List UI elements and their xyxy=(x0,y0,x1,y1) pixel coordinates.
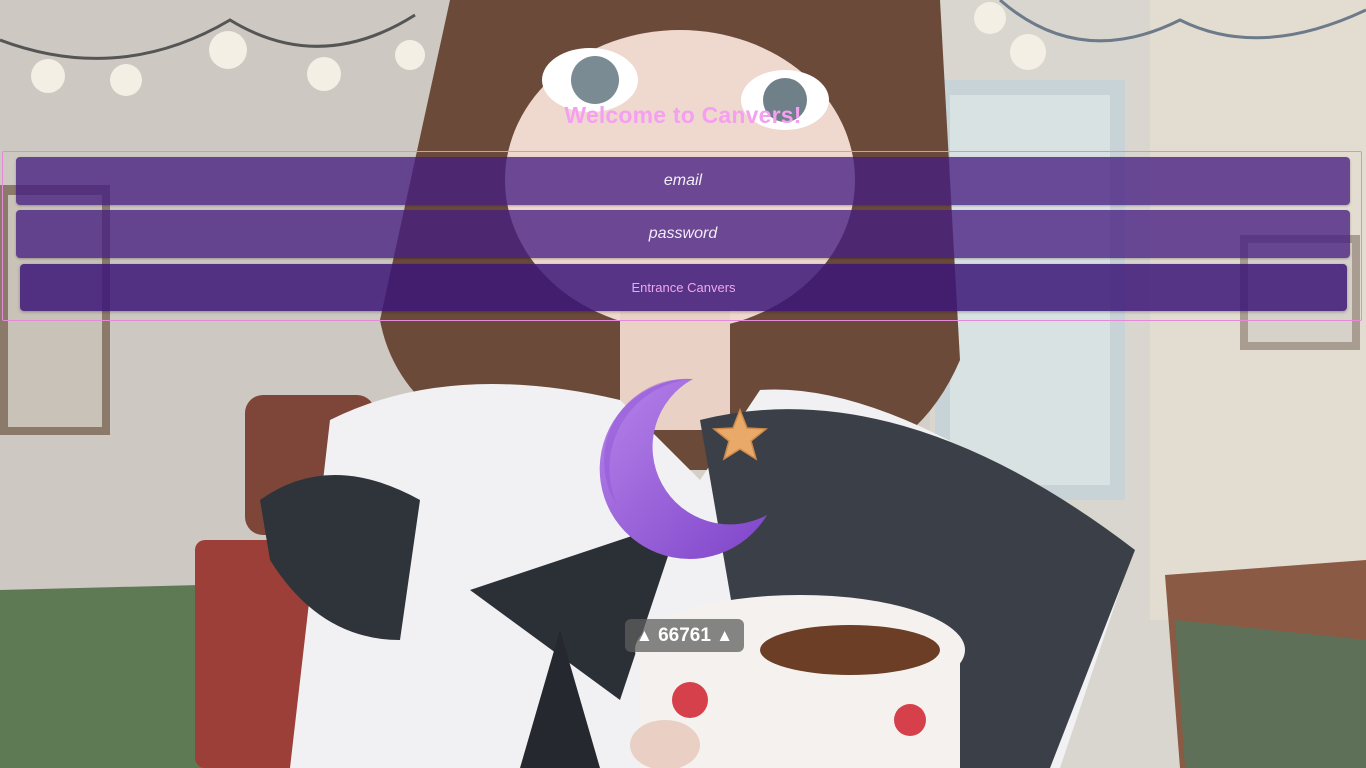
up-arrow-icon: ▲ xyxy=(716,626,734,645)
counter-value: 66761 xyxy=(658,625,711,646)
page-title: Welcome to Canvers! xyxy=(564,102,802,128)
email-field[interactable] xyxy=(16,157,1350,205)
entrance-button[interactable]: Entrance Canvers xyxy=(20,264,1347,311)
visit-counter: ▲ 66761 ▲ xyxy=(625,619,745,652)
crescent-moon-star-icon xyxy=(595,375,775,565)
up-arrow-icon: ▲ xyxy=(636,626,653,645)
password-field[interactable] xyxy=(16,210,1350,258)
